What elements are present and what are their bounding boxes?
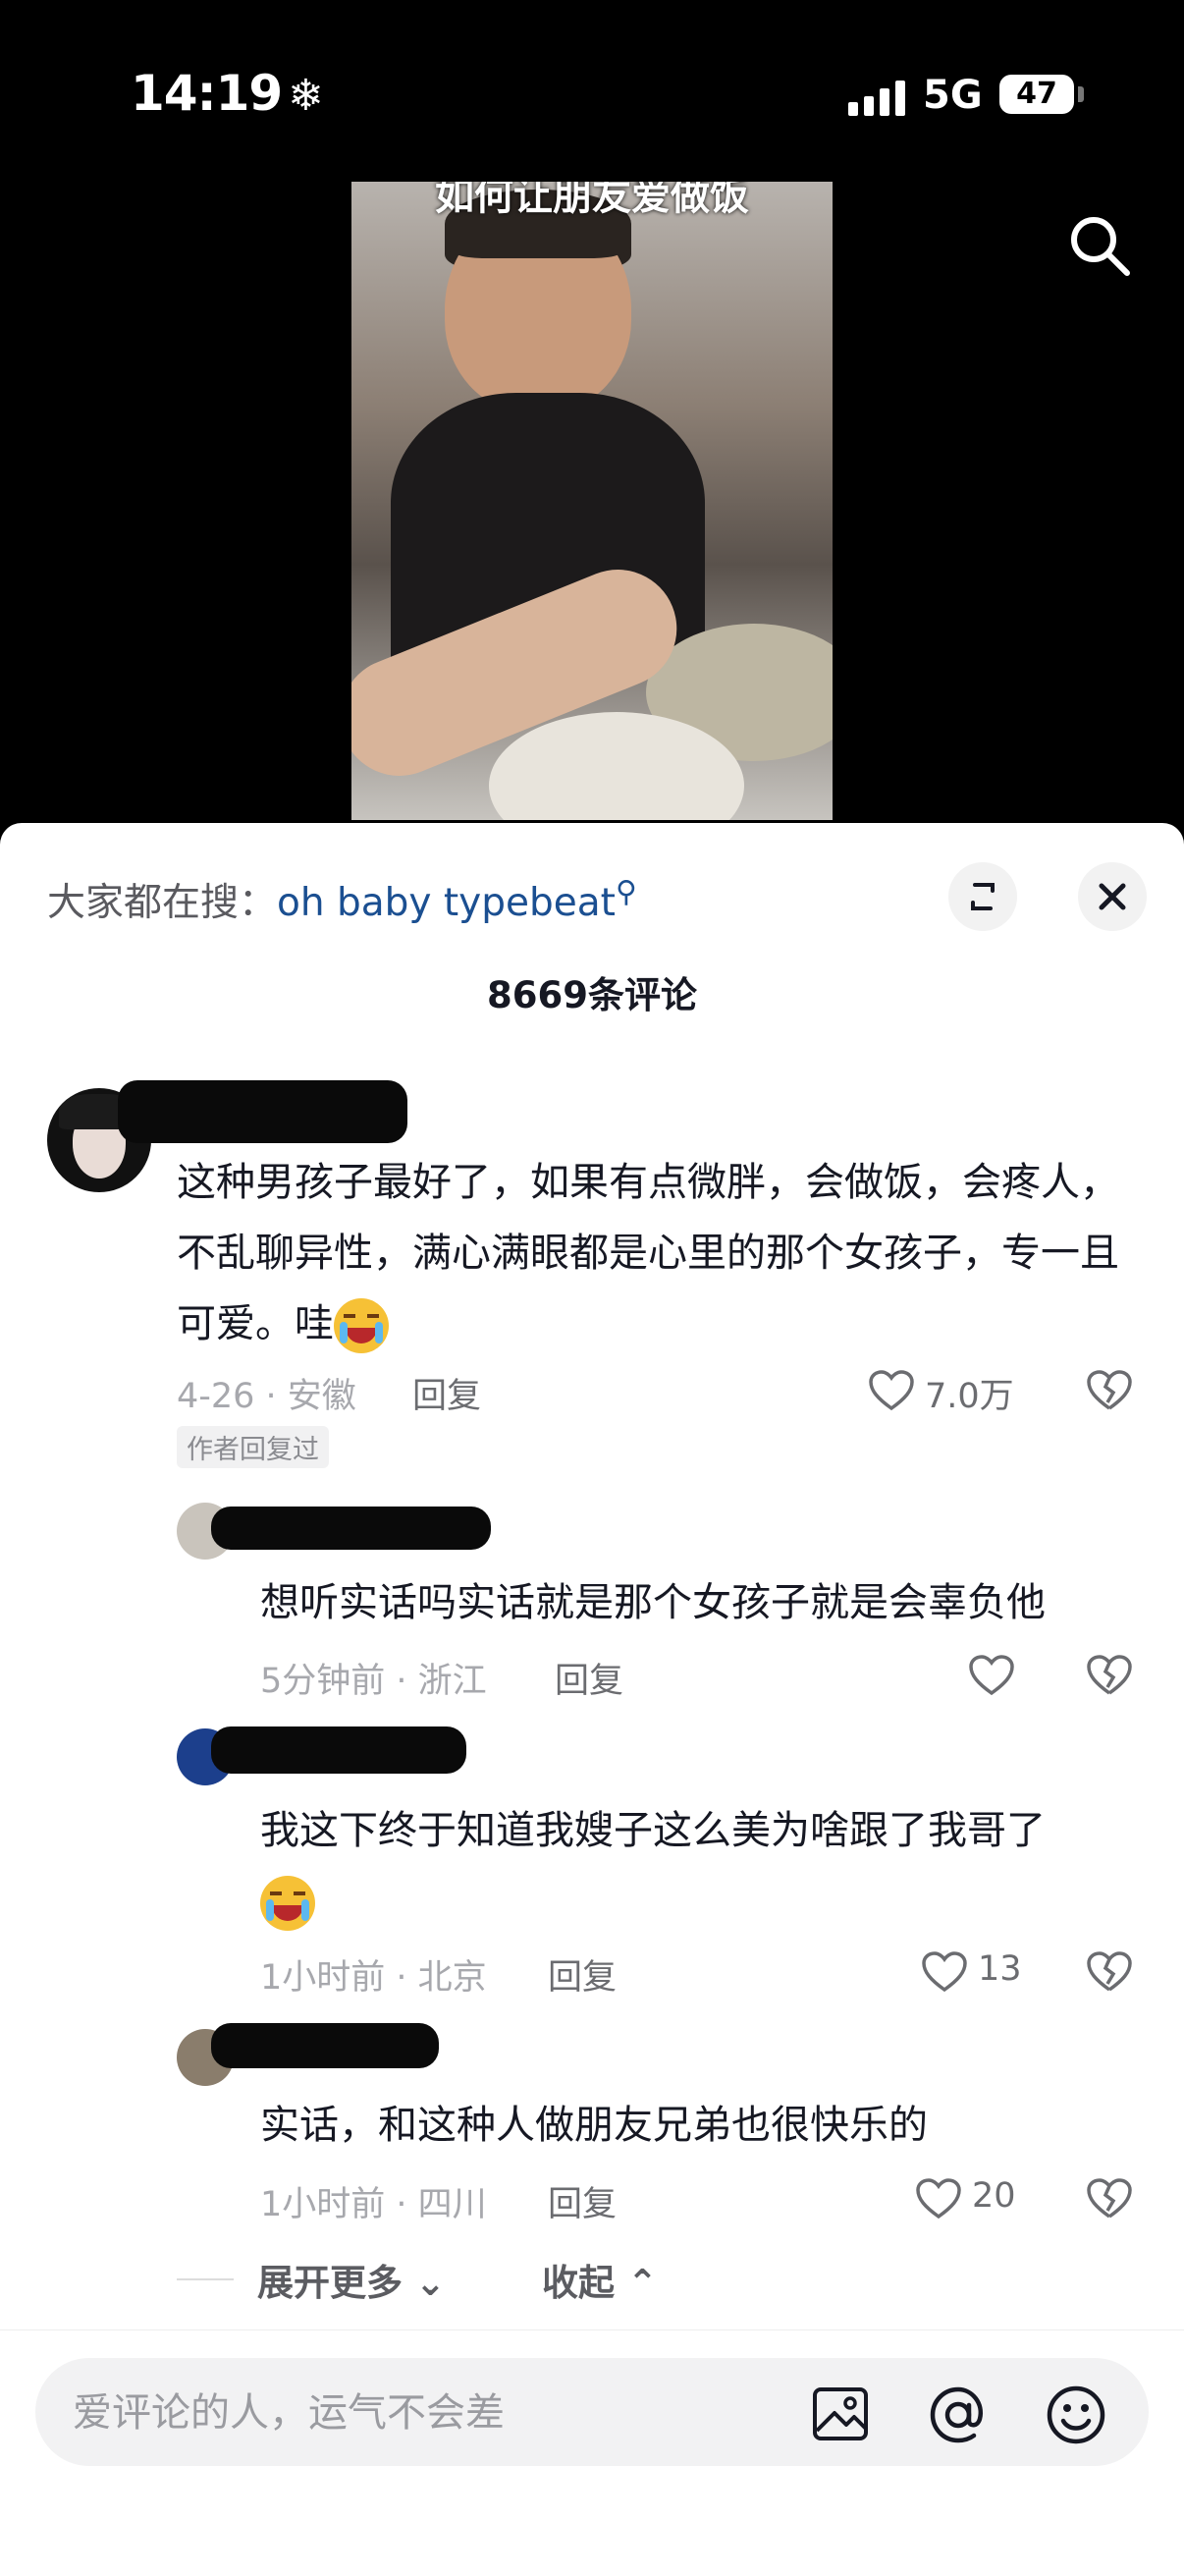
redacted-username	[118, 1080, 407, 1143]
status-bar: 14:19 ❄ 5G 47	[0, 0, 1184, 187]
reply-meta: 1小时前 · 北京	[260, 1958, 487, 1998]
battery-tip	[1078, 86, 1084, 102]
reply-button[interactable]: 回复	[548, 1949, 617, 2000]
signal-icon	[848, 81, 907, 116]
close-button[interactable]	[1078, 862, 1147, 931]
author-replied-badge: 作者回复过	[177, 1426, 329, 1468]
heart-icon[interactable]	[868, 1369, 915, 1412]
emoji-icon[interactable]	[1045, 2384, 1107, 2446]
expand-icon	[971, 883, 995, 910]
battery-icon: 47	[999, 75, 1074, 114]
reply-text: 实话，和这种人做朋友兄弟也很快乐的	[260, 2103, 928, 2148]
reply-text: 想听实话吗实话就是那个女孩子就是会辜负他	[260, 1580, 1046, 1625]
reply-button[interactable]: 回复	[412, 1368, 481, 1418]
search-small-icon: ⚲	[615, 875, 637, 909]
video-player[interactable]: 如何让朋友爱做饭	[351, 182, 833, 820]
comment-count: 8669条评论	[487, 974, 697, 1016]
comment-composer	[0, 2329, 1184, 2576]
network-label: 5G	[923, 73, 983, 118]
dislike-icon[interactable]	[1086, 2177, 1133, 2220]
reply-button[interactable]: 回复	[548, 2176, 617, 2226]
thread-divider	[177, 2278, 234, 2280]
snowflake-icon: ❄	[288, 71, 324, 121]
at-icon[interactable]	[927, 2384, 990, 2446]
reply-button[interactable]: 回复	[555, 1653, 623, 1703]
reply-meta: 1小时前 · 四川	[260, 2185, 487, 2224]
search-icon[interactable]	[1066, 212, 1135, 281]
like-count: 20	[972, 2176, 1016, 2216]
comment-meta: 4-26 · 安徽	[177, 1377, 356, 1416]
dislike-icon[interactable]	[1086, 1369, 1133, 1412]
crying-face-emoji-icon	[260, 1876, 315, 1931]
dislike-icon[interactable]	[1086, 1950, 1133, 1994]
reply-text: 我这下终于知道我嫂子这么美为啥跟了我哥了	[260, 1795, 1144, 1937]
image-icon[interactable]	[811, 2384, 872, 2444]
redacted-username	[211, 1726, 466, 1774]
like-count: 7.0万	[925, 1377, 1014, 1416]
redacted-username	[211, 2023, 439, 2068]
expand-more-button[interactable]: 展开更多 ⌄	[257, 2253, 446, 2306]
dislike-icon[interactable]	[1086, 1654, 1133, 1697]
expand-button[interactable]	[948, 862, 1017, 931]
heart-icon[interactable]	[968, 1654, 1015, 1697]
video-caption: 如何让朋友爱做饭	[435, 182, 749, 219]
redacted-username	[211, 1507, 491, 1550]
comment-panel: 大家都在搜：oh baby typebeat⚲ 8669条评论 这种男孩子最好了…	[0, 823, 1184, 2575]
hot-search-prefix: 大家都在搜：	[47, 881, 278, 925]
comment-text: 这种男孩子最好了，如果有点微胖，会做饭，会疼人，不乱聊异性，满心满眼都是心里的那…	[177, 1147, 1139, 1359]
heart-icon[interactable]	[921, 1950, 968, 1994]
status-time: 14:19 ❄	[131, 65, 324, 122]
reply-meta: 5分钟前 · 浙江	[260, 1662, 487, 1701]
comment-input[interactable]	[71, 2358, 762, 2468]
hot-search-keyword[interactable]: oh baby typebeat	[277, 881, 616, 925]
collapse-button[interactable]: 收起 ⌃	[542, 2253, 658, 2306]
close-icon	[1099, 883, 1126, 910]
chevron-down-icon: ⌄	[403, 2262, 446, 2304]
hot-search[interactable]: 大家都在搜：oh baby typebeat⚲	[47, 872, 637, 927]
chevron-up-icon: ⌃	[615, 2262, 658, 2304]
heart-icon[interactable]	[915, 2177, 962, 2220]
laughing-crying-emoji-icon	[334, 1298, 389, 1353]
like-count: 13	[978, 1949, 1022, 1989]
